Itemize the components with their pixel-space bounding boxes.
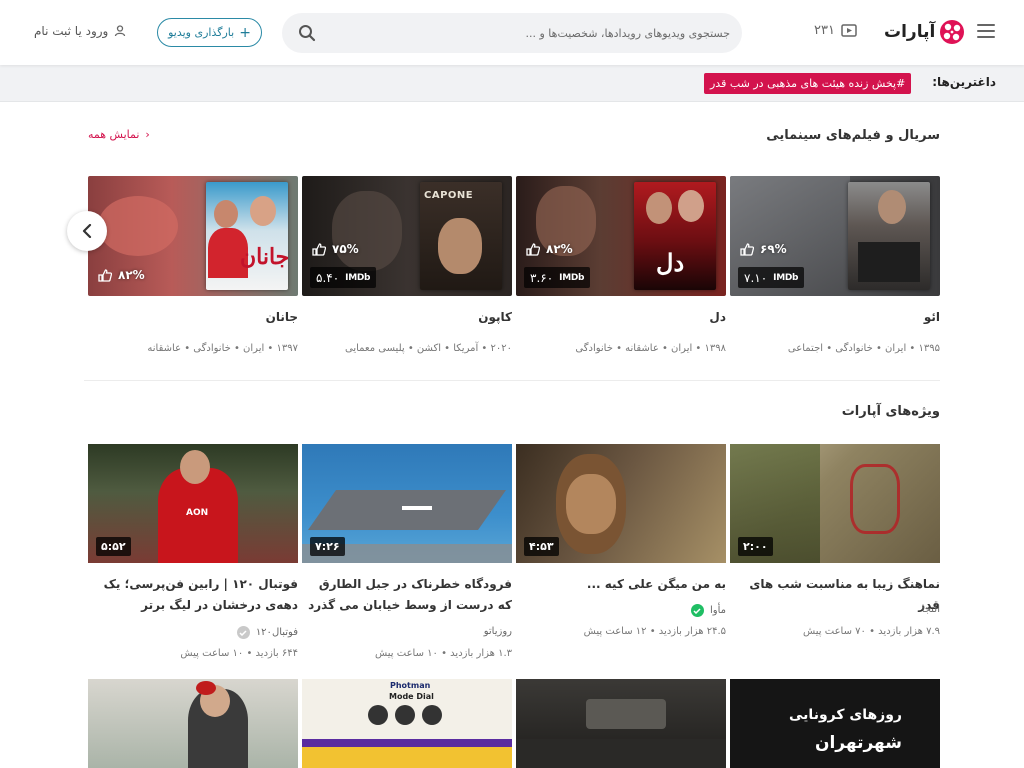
thumbnail-caption: روزهای کرونایی	[789, 707, 902, 723]
imdb-score: ۳.۶۰ IMDb	[524, 267, 591, 288]
imdb-score: ۵.۴۰ IMDb	[310, 267, 377, 288]
show-all-link[interactable]: ‹ نمایش همه	[88, 128, 150, 141]
video-stats: ۷.۹ هزار بازدید • ۷۰ ساعت پیش	[803, 626, 940, 637]
show-all-label: نمایش همه	[88, 128, 140, 141]
series-title[interactable]: ائو	[924, 310, 940, 324]
video-thumbnail[interactable]: AON ۵:۵۲	[88, 444, 298, 563]
search-icon[interactable]	[298, 24, 316, 42]
chevron-left-icon: ‹	[145, 128, 150, 141]
featured-section-title: ویژه‌های آپارات	[841, 404, 940, 419]
video-list-icon	[841, 24, 857, 37]
poster-artwork	[848, 182, 930, 290]
series-title[interactable]: جانان	[266, 310, 298, 324]
series-meta: ۲۰۲۰ • آمریکا • اکشن • پلیسی معمایی	[344, 343, 512, 354]
imdb-logo: IMDb	[559, 272, 585, 283]
verified-badge-icon	[236, 626, 250, 639]
video-duration: ۴:۵۳	[524, 537, 559, 556]
channel-name[interactable]: روزیاتو	[484, 626, 512, 637]
series-poster[interactable]: CAPONE ۷۵% ۵.۴۰ IMDb	[302, 176, 512, 296]
video-thumbnail[interactable]: ۲:۰۰	[730, 444, 940, 563]
video-thumbnail[interactable]: Photman Mode Dial	[302, 679, 512, 768]
thumbs-up-icon	[98, 268, 112, 282]
aparat-logo[interactable]: آپارات	[884, 18, 965, 46]
video-duration: ۲:۰۰	[738, 537, 773, 556]
like-percent: ۸۲%	[98, 268, 145, 282]
video-title[interactable]: فرودگاه خطرناک در جبل الطارق که درست از …	[302, 574, 512, 616]
like-percent: ۷۵%	[312, 242, 359, 256]
plus-icon: +	[239, 24, 251, 41]
thumbnail-caption: Mode Dial	[389, 692, 434, 701]
video-duration: ۵:۵۲	[96, 537, 131, 556]
channel-name[interactable]: فوتبال۱۲۰	[236, 626, 298, 639]
logo-text: آپارات	[884, 22, 936, 42]
upload-label: بارگذاری ویدیو	[168, 26, 235, 39]
video-thumbnail[interactable]	[88, 679, 298, 768]
video-stats: ۱.۳ هزار بازدید • ۱۰ ساعت پیش	[375, 648, 512, 659]
thumbs-up-icon	[740, 242, 754, 256]
channel-name[interactable]: مأوا	[690, 604, 726, 617]
trending-label: داغترین‌ها:	[932, 75, 996, 89]
video-title[interactable]: به من میگن علی کیه ...	[516, 574, 726, 595]
hamburger-menu-icon[interactable]	[977, 24, 995, 40]
video-stats: ۶۴۴ بازدید • ۱۰ ساعت پیش	[180, 648, 298, 659]
imdb-logo: IMDb	[345, 272, 371, 283]
login-label: ورود یا ثبت نام	[34, 24, 109, 38]
user-icon	[115, 25, 126, 37]
like-percent: ۶۹%	[740, 242, 787, 256]
video-thumbnail[interactable]: ۴:۵۳	[516, 444, 726, 563]
series-poster[interactable]: جانان ۸۲%	[88, 176, 298, 296]
like-percent: ۸۲%	[526, 242, 573, 256]
top-header: آپارات ۲۳۱ + بارگذاری ویدیو	[0, 0, 1024, 65]
search-input[interactable]	[330, 13, 730, 53]
series-title[interactable]: دل	[709, 310, 726, 324]
imdb-logo: IMDb	[773, 272, 799, 283]
aparat-logo-icon	[940, 20, 965, 44]
series-title[interactable]: کاپون	[478, 310, 512, 324]
series-poster[interactable]: ۶۹% ۷.۱۰ IMDb	[730, 176, 940, 296]
series-poster[interactable]: دل ۸۲% ۳.۶۰ IMDb	[516, 176, 726, 296]
thumbnail-caption: شهرتهران	[814, 733, 902, 753]
trending-tag[interactable]: #پخش زنده هیئت های مذهبی در شب قدر	[704, 73, 912, 94]
search-box	[282, 13, 742, 53]
subscriptions-counter[interactable]: ۲۳۱	[814, 23, 857, 38]
series-meta: ۱۳۹۷ • ایران • خانوادگی • عاشقانه	[147, 343, 298, 354]
video-thumbnail[interactable]: ۷:۲۶	[302, 444, 512, 563]
video-thumbnail[interactable]: روزهای کرونایی شهرتهران	[730, 679, 940, 768]
poster-artwork: دل	[634, 182, 716, 290]
channel-name[interactable]: التجا	[922, 604, 940, 615]
imdb-score: ۷.۱۰ IMDb	[738, 267, 805, 288]
video-title[interactable]: فوتبال ۱۲۰ | رابین فن‌پرسی؛ یک دهه‌ی درخ…	[88, 574, 298, 616]
upload-video-button[interactable]: + بارگذاری ویدیو	[157, 18, 262, 47]
thumbs-up-icon	[312, 242, 326, 256]
video-thumbnail[interactable]	[516, 679, 726, 768]
video-duration: ۷:۲۶	[310, 537, 345, 556]
video-title[interactable]: نماهنگ زیبا به مناسبت شب های قدر	[730, 574, 940, 616]
series-meta: ۱۳۹۸ • ایران • عاشقانه • خانوادگی	[575, 343, 726, 354]
verified-badge-icon	[690, 604, 704, 617]
poster-artwork: CAPONE	[420, 182, 502, 290]
poster-artwork: جانان	[206, 182, 289, 290]
video-stats: ۲۴.۵ هزار بازدید • ۱۲ ساعت پیش	[583, 626, 726, 637]
login-link[interactable]: ورود یا ثبت نام	[34, 24, 126, 38]
counter-value: ۲۳۱	[814, 23, 835, 38]
carousel-next-button[interactable]	[67, 211, 107, 251]
series-section-title: سریال و فیلم‌های سینمایی	[766, 128, 940, 143]
series-meta: ۱۳۹۵ • ایران • خانوادگی • اجتماعی	[787, 343, 940, 354]
chevron-left-icon	[82, 224, 92, 238]
thumbs-up-icon	[526, 242, 540, 256]
section-divider	[84, 380, 940, 381]
